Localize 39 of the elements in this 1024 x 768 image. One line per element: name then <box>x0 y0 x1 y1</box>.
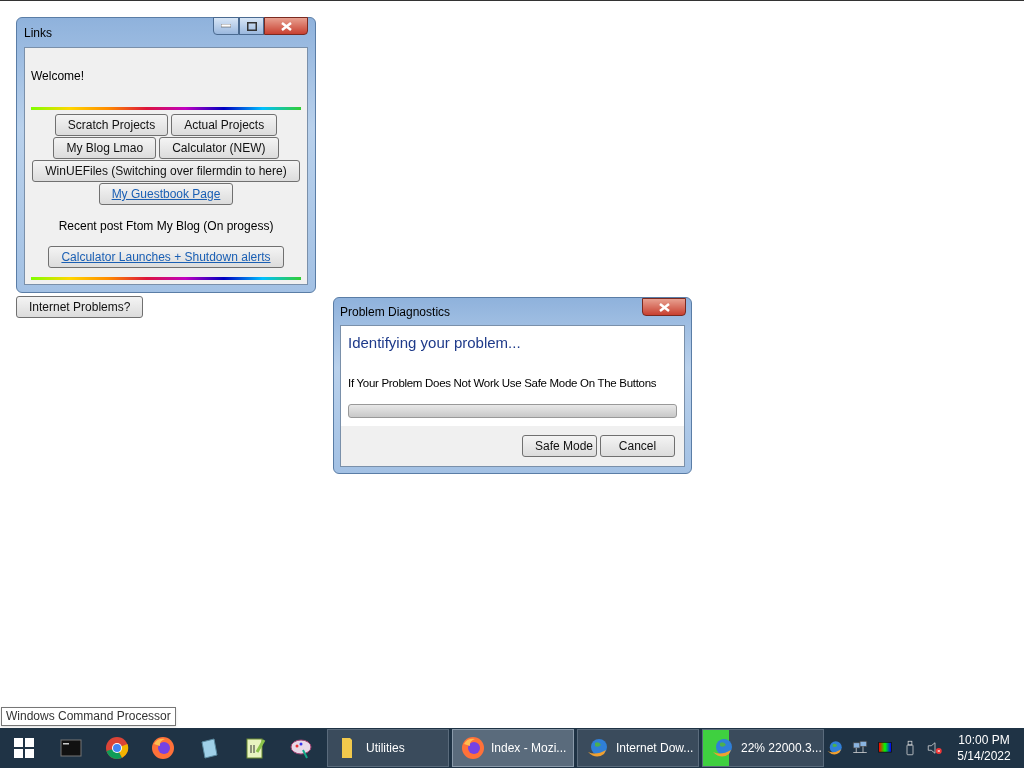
muted-speaker-icon[interactable] <box>926 739 944 757</box>
terminal-icon[interactable] <box>59 736 83 760</box>
fox-globe-icon[interactable] <box>461 736 485 760</box>
welcome-text: Welcome! <box>31 68 86 85</box>
nav-button[interactable]: My Blog Lmao <box>53 137 157 159</box>
nav-button[interactable]: Scratch Projects <box>54 114 169 136</box>
dialog-button[interactable]: Safe Mode <box>522 434 597 457</box>
clock-date[interactable]: 5/14/2022 <box>957 748 1011 764</box>
close-button[interactable] <box>642 298 686 316</box>
section-heading: Recent post Ftom My Blog (On progess) <box>57 218 275 235</box>
minimize-icon <box>221 24 231 28</box>
taskbar-button[interactable]: Utilities <box>327 729 449 767</box>
taskbar-button[interactable]: Index - Mozi... <box>452 729 574 767</box>
nav-button[interactable]: Actual Projects <box>171 114 278 136</box>
fox-globe-icon[interactable] <box>151 736 175 760</box>
minimize-button[interactable] <box>213 17 239 35</box>
close-button[interactable] <box>264 17 308 35</box>
close-icon <box>658 302 670 312</box>
link-button[interactable]: Calculator Launches + Shutdown alerts <box>48 246 284 268</box>
maximize-button[interactable] <box>239 17 264 35</box>
dialog-button[interactable]: Cancel <box>600 434 675 457</box>
browser-icon[interactable] <box>105 736 129 760</box>
taskbar-button[interactable]: 22% 22000.3... <box>702 729 824 767</box>
clock-time[interactable]: 10:00 PM <box>958 732 1010 748</box>
tooltip: Windows Command Processor <box>1 707 176 726</box>
window-title: Links <box>24 24 52 42</box>
dialog-title: Problem Diagnostics <box>340 303 451 321</box>
internet-problems-button[interactable]: Internet Problems? <box>16 296 144 318</box>
notepad-pen-icon[interactable] <box>243 736 267 760</box>
link-button[interactable]: My Guestbook Page <box>98 183 234 205</box>
windows-icon <box>14 738 34 758</box>
nav-button[interactable]: WinUEFiles (Switching over filermdin to here) <box>32 160 300 182</box>
close-icon <box>280 21 292 31</box>
maximize-icon <box>246 21 257 31</box>
palette-icon[interactable] <box>289 736 313 760</box>
dialog-heading: Identifying your problem... <box>348 333 522 353</box>
taskbar-button[interactable]: Internet Dow... <box>577 729 699 767</box>
dialog-message: If Your Problem Does Not Work Use Safe Mode On The Buttons <box>348 375 657 391</box>
nav-button[interactable]: Calculator (NEW) <box>159 137 279 159</box>
